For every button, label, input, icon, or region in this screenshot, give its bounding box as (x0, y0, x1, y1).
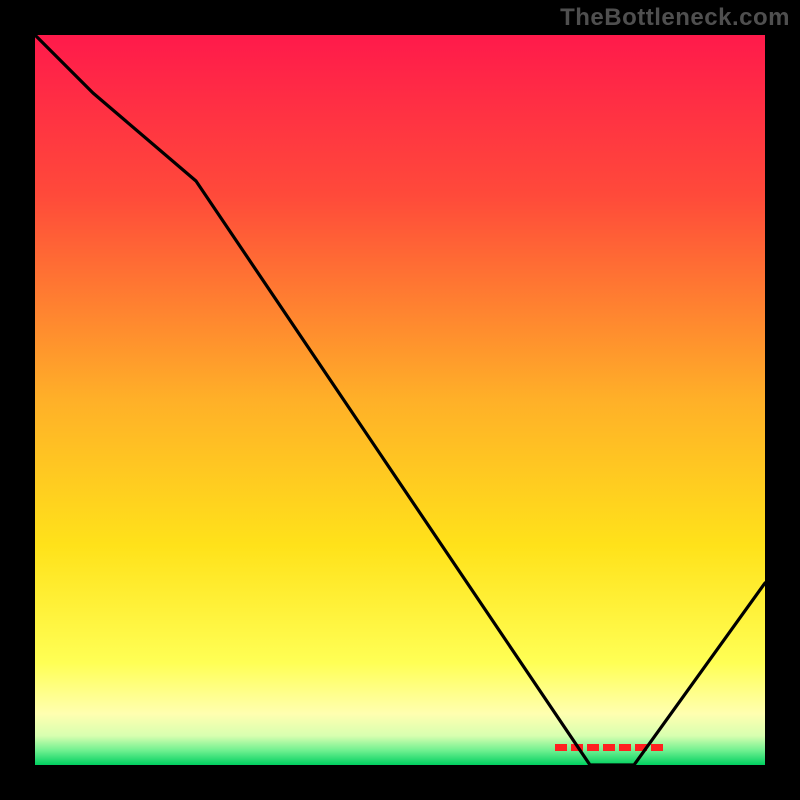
chart-svg (0, 0, 800, 800)
watermark-text: TheBottleneck.com (560, 4, 790, 32)
chart-plot-area (35, 35, 765, 765)
optimum-marker (555, 744, 673, 752)
chart-stage: TheBottleneck.com (0, 0, 800, 800)
